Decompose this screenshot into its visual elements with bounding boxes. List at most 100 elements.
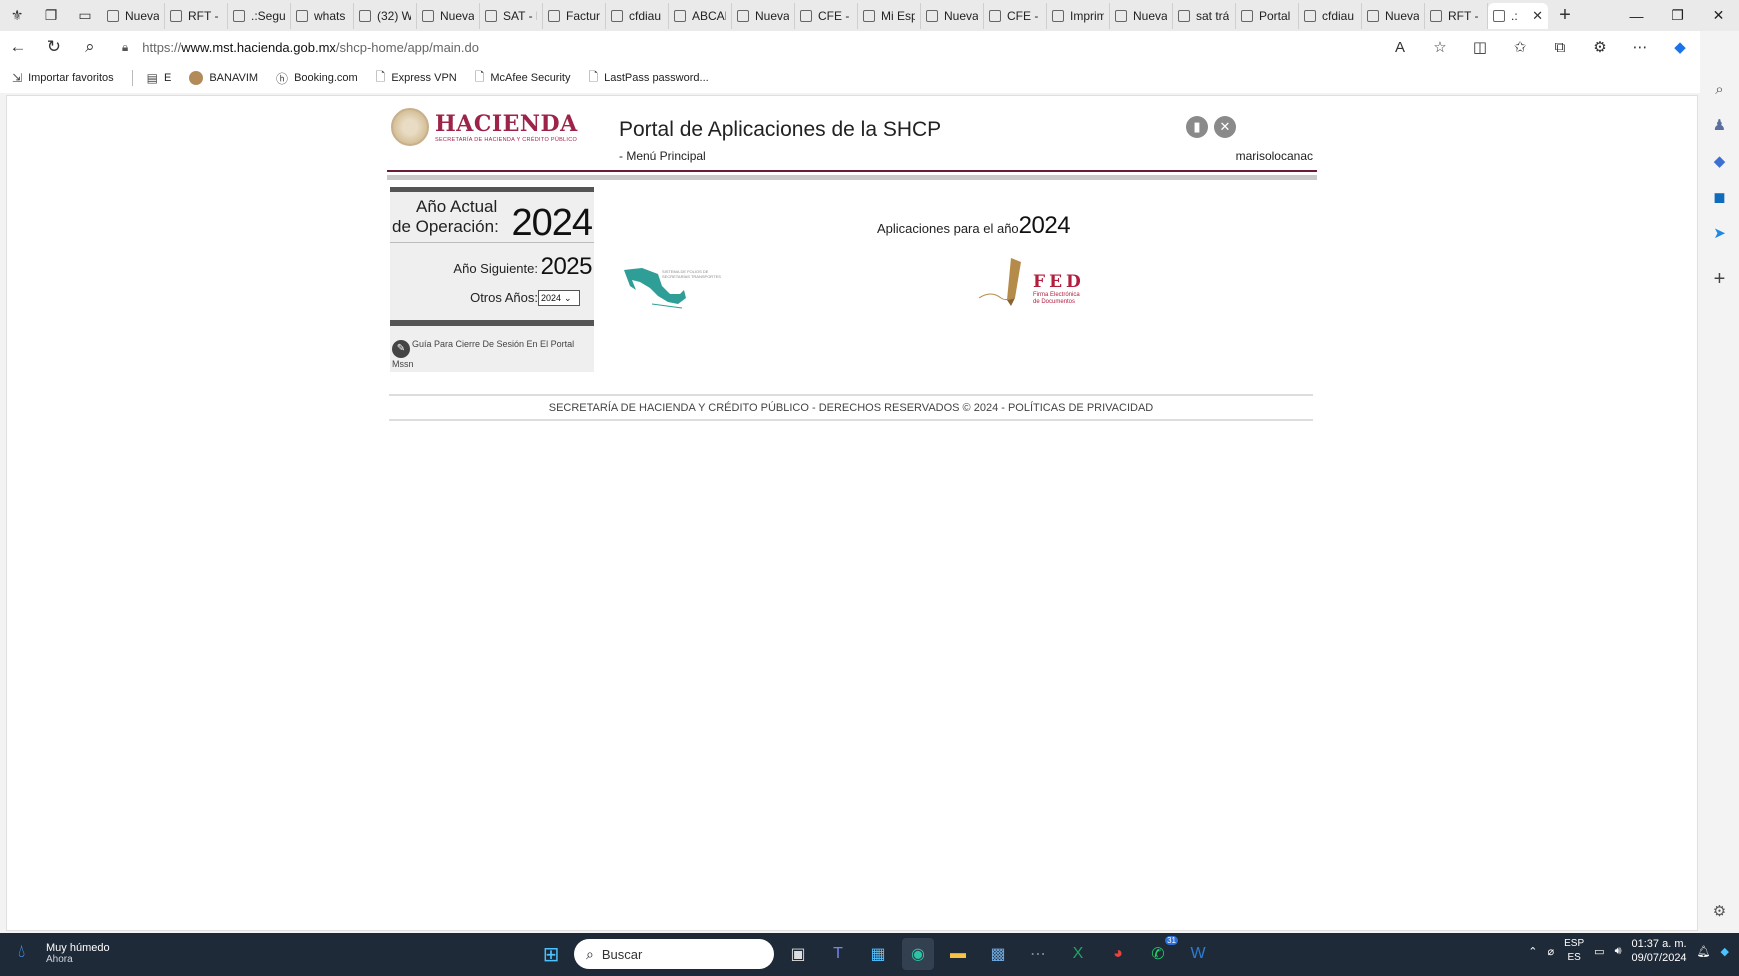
- minimize-button[interactable]: —: [1616, 0, 1657, 31]
- lock-icon[interactable]: 🔒︎: [122, 40, 128, 55]
- edge-icon[interactable]: ◉: [902, 938, 934, 970]
- workspaces-icon[interactable]: ❐: [34, 0, 68, 31]
- footer-text[interactable]: SECRETARÍA DE HACIENDA Y CRÉDITO PÚBLICO…: [389, 396, 1313, 419]
- tab[interactable]: Nueva: [732, 2, 795, 29]
- word-icon[interactable]: W: [1182, 938, 1214, 970]
- restore-button[interactable]: ❐: [1657, 0, 1698, 31]
- windows-start-icon[interactable]: ⊞: [536, 939, 566, 969]
- tab[interactable]: Nueva: [1362, 2, 1425, 29]
- manual-icon[interactable]: ▮: [1186, 116, 1208, 138]
- favorite-star-icon[interactable]: ☆: [1420, 38, 1460, 56]
- refresh-button[interactable]: ↻: [36, 31, 72, 63]
- network-off-icon[interactable]: ⌀: [1548, 945, 1555, 958]
- fav-express-vpn[interactable]: 🗋 Express VPN: [376, 68, 457, 89]
- clock[interactable]: 01:37 a. m. 09/07/2024: [1632, 937, 1687, 965]
- tab[interactable]: Nueva: [417, 2, 480, 29]
- breadcrumb[interactable]: - Menú Principal: [619, 149, 706, 163]
- task-view-icon[interactable]: ▣: [782, 938, 814, 970]
- page-icon: 🗋: [474, 69, 485, 84]
- copilot-icon[interactable]: ◆: [1660, 38, 1700, 56]
- tab-actions-icon[interactable]: ▭: [68, 0, 102, 31]
- display-icon[interactable]: ▭: [1594, 945, 1604, 958]
- page-icon: [422, 9, 434, 22]
- sidebar-add-icon[interactable]: +: [1700, 261, 1739, 297]
- hacienda-logo[interactable]: HACIENDA SECRETARÍA DE HACIENDA Y CRÉDIT…: [391, 108, 578, 146]
- more-menu-icon[interactable]: ⋯: [1620, 38, 1660, 56]
- fav-lastpass[interactable]: 🗋 LastPass password...: [588, 68, 708, 89]
- fav-import[interactable]: ⇲ Importar favoritos: [12, 71, 114, 85]
- sidebar-search-icon[interactable]: ⌕: [1700, 71, 1739, 107]
- tab[interactable]: .:Segui: [228, 2, 291, 29]
- tab[interactable]: SAT - E: [480, 2, 543, 29]
- app-folios-transportes[interactable]: SISTEMA DE FOLIOS DE SECRETARÍAS TRANSPO…: [622, 264, 732, 310]
- back-button[interactable]: ←: [0, 31, 36, 63]
- new-tab-button[interactable]: +: [1548, 0, 1582, 31]
- tab[interactable]: Nueva: [921, 2, 984, 29]
- sidebar-outlook-icon[interactable]: ◼: [1700, 179, 1739, 215]
- fav-mcafee[interactable]: 🗋 McAfee Security: [475, 68, 571, 89]
- teams-icon[interactable]: T: [822, 938, 854, 970]
- tab[interactable]: RFT - E: [165, 2, 228, 29]
- profile-icon[interactable]: ⚜: [0, 0, 34, 31]
- sidebar-settings-icon[interactable]: ⚙: [1700, 893, 1739, 929]
- logo-subtitle: SECRETARÍA DE HACIENDA Y CRÉDITO PÚBLICO: [435, 137, 578, 143]
- sidebar-shopping-icon[interactable]: ◆: [1700, 143, 1739, 179]
- other-years-block: Otros Años: 2024 ⌄: [390, 283, 594, 317]
- fav-banavim[interactable]: BANAVIM: [189, 71, 258, 85]
- weather-widget[interactable]: 💧︎ Muy húmedo Ahora: [18, 941, 110, 965]
- tab[interactable]: ABCAD: [669, 2, 732, 29]
- split-screen-icon[interactable]: ◫: [1460, 38, 1500, 56]
- next-year-block[interactable]: Año Siguiente: 2025: [390, 243, 594, 283]
- tab[interactable]: Imprim: [1047, 2, 1110, 29]
- close-window-button[interactable]: ✕: [1698, 0, 1739, 31]
- tab[interactable]: cfdiau: [1299, 2, 1362, 29]
- chrome-icon[interactable]: ◕: [1102, 938, 1134, 970]
- notifications-icon[interactable]: 🔔︎: [1697, 945, 1711, 958]
- logout-guide-link[interactable]: ✎ Guía Para Cierre De Sesión En El Portal…: [390, 326, 594, 370]
- whatsapp-icon[interactable]: ✆ 31: [1142, 936, 1178, 970]
- tab[interactable]: sat trá: [1173, 2, 1236, 29]
- store-icon[interactable]: ▦: [862, 938, 894, 970]
- favorites-icon[interactable]: ✩: [1500, 38, 1540, 56]
- tab[interactable]: cfdiau: [606, 2, 669, 29]
- copilot-taskbar-icon[interactable]: ◆: [1721, 945, 1729, 958]
- control-panel-icon[interactable]: ▩: [982, 938, 1014, 970]
- banavim-icon: [189, 71, 204, 85]
- logo-title: HACIENDA: [435, 111, 578, 137]
- other-years-select[interactable]: 2024 ⌄: [538, 290, 580, 306]
- search-icon[interactable]: ⌕: [72, 31, 108, 63]
- app-fed[interactable]: FED Firma Electrónica de Documentos: [977, 254, 1097, 310]
- extensions-icon[interactable]: ⚙: [1580, 38, 1620, 56]
- tab[interactable]: Nueva: [102, 2, 165, 29]
- tab[interactable]: whats: [291, 2, 354, 29]
- tab[interactable]: Nueva: [1110, 2, 1173, 29]
- fav-e[interactable]: ▤ E: [147, 71, 172, 85]
- tab[interactable]: CFE - E: [795, 2, 858, 29]
- url-field[interactable]: 🔒︎ https://www.mst.hacienda.gob.mx/shcp-…: [122, 34, 1380, 60]
- tab[interactable]: Factur: [543, 2, 606, 29]
- dots-icon[interactable]: ⋯: [1022, 938, 1054, 970]
- header-rule-grey: [387, 175, 1317, 180]
- read-aloud-icon[interactable]: A: [1380, 39, 1420, 56]
- tab[interactable]: CFE - E: [984, 2, 1047, 29]
- collections-icon[interactable]: ⧉: [1540, 39, 1580, 56]
- current-year-block[interactable]: Año Actual de Operación: 2024: [390, 192, 594, 244]
- tab[interactable]: (32) W: [354, 2, 417, 29]
- tab[interactable]: Mi Esp: [858, 2, 921, 29]
- taskbar-search-input[interactable]: ⌕ Buscar: [574, 939, 774, 969]
- close-tab-icon[interactable]: ✕: [1532, 8, 1543, 24]
- volume-icon[interactable]: 🔊︎: [1615, 945, 1622, 958]
- logout-close-icon[interactable]: ✕: [1214, 116, 1236, 138]
- tab[interactable]: RFT - E: [1425, 2, 1488, 29]
- language-indicator[interactable]: ESP ES: [1564, 937, 1584, 965]
- tab-label: Mi Esp: [881, 8, 915, 23]
- sidebar-people-icon[interactable]: ♟: [1700, 107, 1739, 143]
- next-year-label: Año Siguiente:: [453, 261, 538, 276]
- fav-booking[interactable]: ⓗ Booking.com: [276, 70, 358, 87]
- file-explorer-icon[interactable]: ▬: [942, 938, 974, 970]
- tab-active[interactable]: .: ✕: [1488, 2, 1548, 29]
- tab[interactable]: Portal: [1236, 2, 1299, 29]
- sidebar-send-icon[interactable]: ➤: [1700, 215, 1739, 251]
- excel-icon[interactable]: X: [1062, 938, 1094, 970]
- chevron-up-icon[interactable]: ⌃: [1528, 945, 1537, 958]
